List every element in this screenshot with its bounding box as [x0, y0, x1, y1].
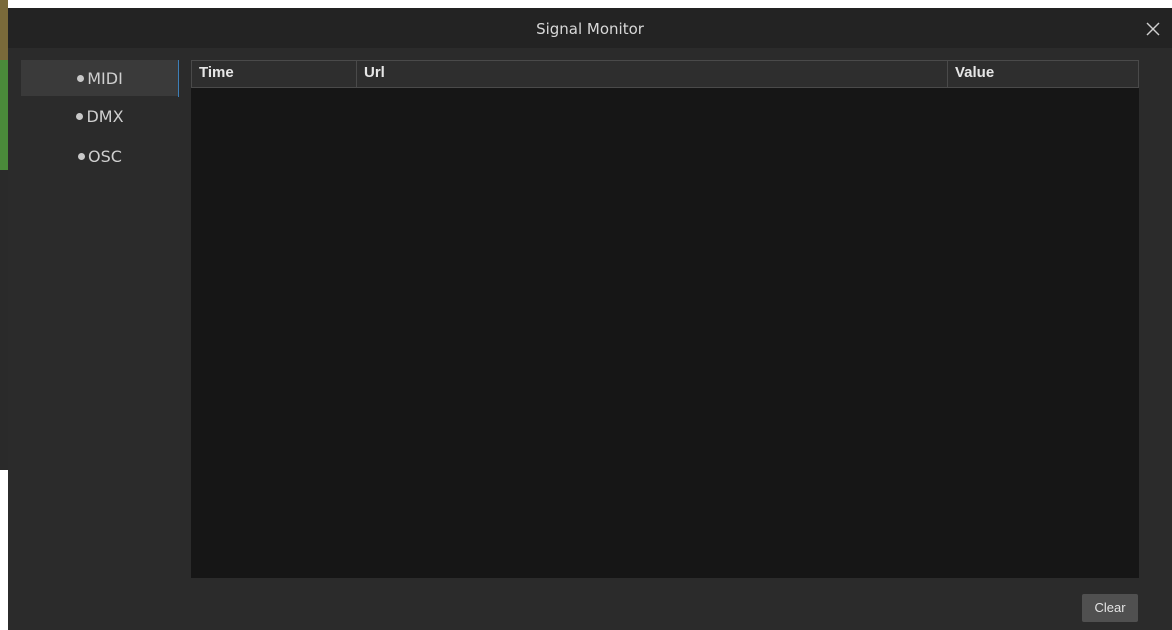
- sidebar-active-indicator: [178, 60, 179, 97]
- sidebar-item-label: DMX: [86, 106, 124, 126]
- clear-button[interactable]: Clear: [1082, 594, 1138, 622]
- signal-table: Time Url Value: [191, 60, 1139, 578]
- sidebar-item-osc[interactable]: OSC: [21, 138, 179, 174]
- background-window-strip: [0, 60, 8, 170]
- desktop-backdrop-top: [0, 0, 1172, 8]
- signal-monitor-dialog: Signal Monitor MIDI DMX OSC Time Url Val…: [8, 8, 1172, 630]
- column-header-value[interactable]: Value: [947, 61, 1138, 87]
- background-window-strip: [0, 0, 8, 60]
- bullet-dot-icon: [78, 152, 86, 160]
- close-button[interactable]: [1140, 16, 1166, 42]
- table-header: Time Url Value: [191, 60, 1139, 88]
- signal-type-sidebar: MIDI DMX OSC: [21, 60, 179, 210]
- titlebar: Signal Monitor: [8, 8, 1172, 48]
- background-window-strip: [0, 170, 8, 470]
- bullet-dot-icon: [76, 112, 84, 120]
- bullet-dot-icon: [77, 74, 85, 82]
- window-title: Signal Monitor: [536, 20, 644, 38]
- sidebar-item-label: OSC: [88, 146, 122, 166]
- close-icon: [1146, 22, 1160, 36]
- sidebar-item-midi[interactable]: MIDI: [21, 60, 179, 96]
- column-header-time[interactable]: Time: [192, 61, 356, 87]
- column-header-url[interactable]: Url: [356, 61, 947, 87]
- background-window-strip: [0, 470, 8, 630]
- sidebar-item-dmx[interactable]: DMX: [21, 98, 179, 134]
- sidebar-item-label: MIDI: [87, 68, 123, 88]
- desktop-backdrop-left: [0, 0, 8, 630]
